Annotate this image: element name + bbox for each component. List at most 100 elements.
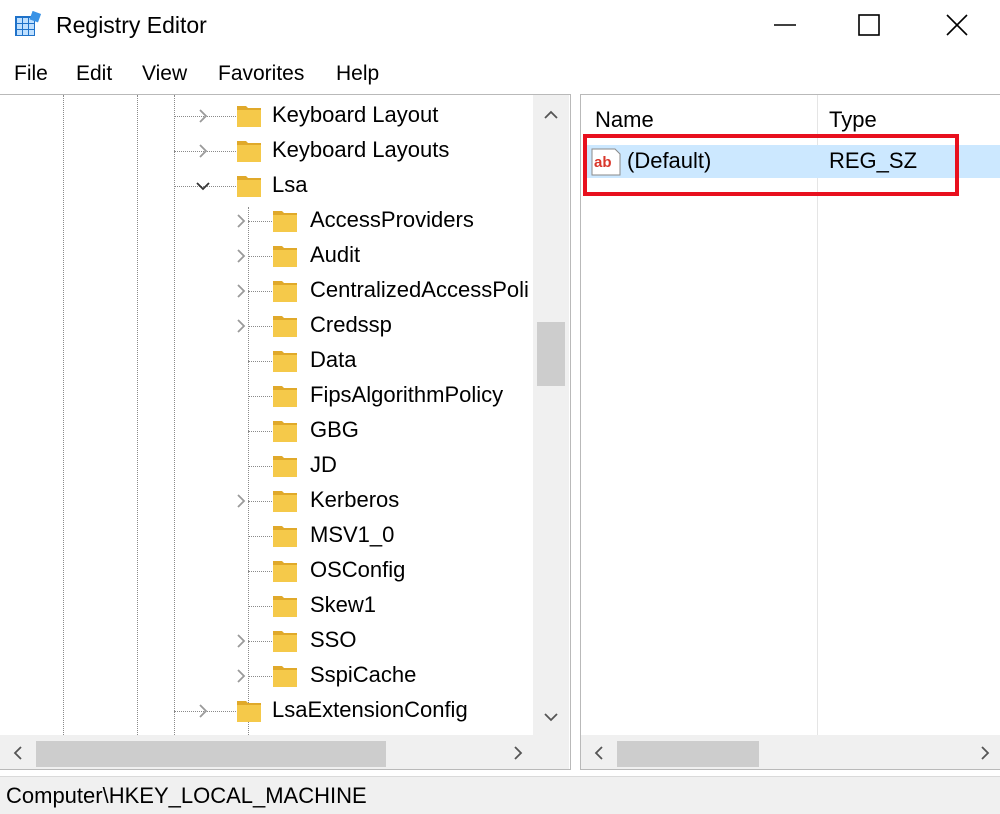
folder-icon: [237, 106, 261, 127]
folder-icon: [273, 421, 297, 442]
scroll-up-arrow-icon[interactable]: [539, 103, 563, 127]
folder-icon: [273, 666, 297, 687]
chevron-right-icon[interactable]: [234, 669, 248, 683]
tree-node[interactable]: AccessProviders: [0, 203, 533, 238]
tree-node[interactable]: Kerberos: [0, 483, 533, 518]
tree-node-label: LsaExtensionConfig: [272, 697, 468, 722]
tree-connector-line: [248, 361, 272, 362]
tree-connector-line: [248, 501, 272, 502]
tree-vertical-scroll-thumb[interactable]: [537, 322, 565, 386]
tree-node[interactable]: Keyboard Layouts: [0, 133, 533, 168]
tree-node[interactable]: Keyboard Layout: [0, 98, 533, 133]
tree-connector-line: [248, 221, 272, 222]
tree-node[interactable]: SSO: [0, 623, 533, 658]
folder-icon: [273, 561, 297, 582]
values-horizontal-scroll-thumb[interactable]: [617, 741, 759, 767]
tree-node-label: Skew1: [310, 592, 377, 617]
tree-connector-line: [248, 466, 272, 467]
chevron-down-icon[interactable]: [196, 179, 210, 193]
scroll-left-arrow-icon[interactable]: [6, 741, 30, 765]
maximize-button[interactable]: [833, 0, 905, 50]
tree-vertical-scrollbar[interactable]: [533, 95, 569, 735]
chevron-right-icon[interactable]: [234, 214, 248, 228]
tree-connector-line: [248, 291, 272, 292]
tree-node[interactable]: GBG: [0, 413, 533, 448]
minimize-button[interactable]: [749, 0, 821, 50]
pane-splitter[interactable]: [571, 94, 580, 770]
chevron-right-icon[interactable]: [234, 249, 248, 263]
tree-connector-line: [248, 606, 272, 607]
tree-node-label: Keyboard Layout: [272, 102, 439, 127]
tree-node[interactable]: Audit: [0, 238, 533, 273]
scroll-down-arrow-icon[interactable]: [539, 705, 563, 729]
folder-icon: [237, 701, 261, 722]
tree-connector-line: [248, 431, 272, 432]
column-header-type[interactable]: Type: [829, 95, 877, 137]
folder-icon: [273, 246, 297, 267]
status-bar: Computer\HKEY_LOCAL_MACHINE: [0, 776, 1000, 814]
tree-node[interactable]: MSV1_0: [0, 518, 533, 553]
tree-connector-line: [248, 571, 272, 572]
close-icon: [946, 14, 968, 36]
tree-node[interactable]: OSConfig: [0, 553, 533, 588]
menu-help[interactable]: Help: [336, 60, 379, 88]
tree-horizontal-scrollbar[interactable]: [0, 735, 533, 769]
registry-tree-pane[interactable]: Keyboard Layout Keyboard Layouts Lsa Access…: [0, 94, 571, 770]
tree-node[interactable]: Credssp: [0, 308, 533, 343]
tree-node-label: OSConfig: [310, 557, 406, 582]
chevron-right-icon[interactable]: [196, 144, 210, 158]
scroll-left-arrow-icon[interactable]: [587, 741, 611, 765]
folder-icon: [273, 386, 297, 407]
folder-icon: [237, 176, 261, 197]
registry-editor-app-icon: [15, 11, 42, 36]
title-bar: Registry Editor: [0, 0, 1000, 50]
tree-node-label: CentralizedAccessPoli: [310, 277, 529, 302]
menu-edit[interactable]: Edit: [76, 60, 112, 88]
registry-path: Computer\HKEY_LOCAL_MACHINE: [6, 783, 367, 808]
chevron-right-icon[interactable]: [196, 109, 210, 123]
minimize-icon: [774, 24, 796, 26]
folder-icon: [273, 281, 297, 302]
tree-node-label: Data: [310, 347, 357, 372]
tree-node[interactable]: Skew1: [0, 588, 533, 623]
folder-icon: [237, 141, 261, 162]
chevron-right-icon[interactable]: [234, 319, 248, 333]
scroll-right-arrow-icon[interactable]: [973, 741, 997, 765]
tree-node[interactable]: FipsAlgorithmPolicy: [0, 378, 533, 413]
chevron-right-icon[interactable]: [234, 634, 248, 648]
tree-connector-line: [248, 256, 272, 257]
chevron-right-icon[interactable]: [234, 494, 248, 508]
menu-favorites[interactable]: Favorites: [218, 60, 304, 88]
chevron-right-icon[interactable]: [234, 284, 248, 298]
values-list-pane[interactable]: Name Type ab (Default) REG_SZ: [580, 94, 1000, 770]
tree-node-label: GBG: [310, 417, 359, 442]
folder-icon: [273, 351, 297, 372]
chevron-right-icon[interactable]: [196, 704, 210, 718]
folder-icon: [273, 316, 297, 337]
tree-node[interactable]: Data: [0, 343, 533, 378]
tree-node-label: Kerberos: [310, 487, 400, 512]
tree-connector-line: [248, 641, 272, 642]
folder-icon: [273, 491, 297, 512]
scroll-right-arrow-icon[interactable]: [506, 741, 530, 765]
tree-node[interactable]: SspiCache: [0, 658, 533, 693]
tree-node-label: SSO: [310, 627, 357, 652]
tree-node[interactable]: Lsa: [0, 168, 533, 203]
menu-view[interactable]: View: [142, 60, 187, 88]
tree-node-label: AccessProviders: [310, 207, 474, 232]
close-button[interactable]: [921, 0, 993, 50]
menu-file[interactable]: File: [14, 60, 48, 88]
tree-node[interactable]: CentralizedAccessPoli: [0, 273, 533, 308]
menu-bar: File Edit View Favorites Help: [0, 58, 1000, 90]
scrollbar-corner: [533, 735, 569, 769]
column-header-name[interactable]: Name: [595, 95, 654, 137]
tree-node[interactable]: JD: [0, 448, 533, 483]
tree-node[interactable]: LsaExtensionConfig: [0, 693, 533, 728]
tree-connector-line: [248, 536, 272, 537]
folder-icon: [273, 631, 297, 652]
folder-icon: [273, 596, 297, 617]
folder-icon: [273, 526, 297, 547]
tree-node-label: JD: [310, 452, 337, 477]
values-horizontal-scrollbar[interactable]: [581, 735, 1000, 769]
tree-horizontal-scroll-thumb[interactable]: [36, 741, 386, 767]
